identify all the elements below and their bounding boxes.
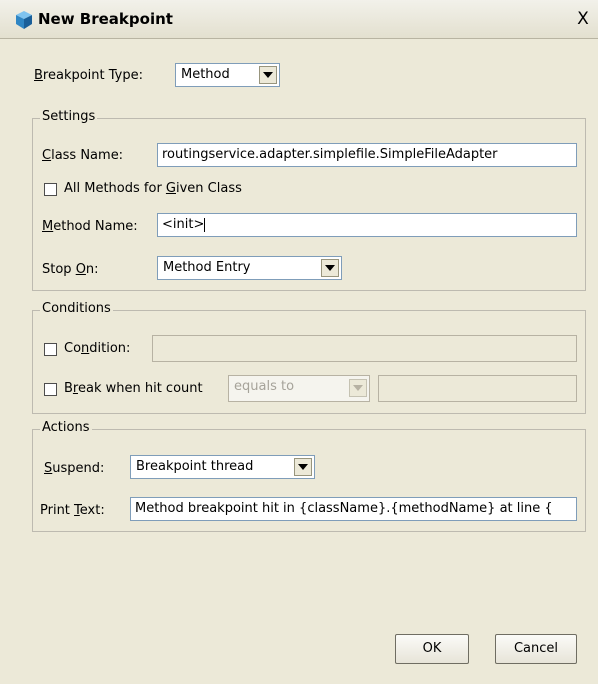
stop-on-value: Method Entry [163,260,251,275]
hit-count-operator-value: equals to [234,379,295,394]
chevron-down-icon[interactable] [349,379,367,397]
dialog-title: New Breakpoint [38,10,173,28]
hit-count-checkbox[interactable] [44,383,57,396]
hit-count-operator-select[interactable]: equals to [228,375,370,402]
chevron-down-icon[interactable] [321,259,339,277]
ok-button[interactable]: OK [395,634,469,664]
suspend-label: Suspend: [44,461,105,476]
breakpoint-type-select[interactable]: Method [175,63,280,87]
print-text-label: Print Text: [40,503,105,518]
breakpoint-cube-icon [14,10,34,30]
method-name-value: <init> [162,217,205,232]
method-name-input[interactable]: <init> [157,213,577,237]
chevron-down-icon[interactable] [259,66,277,84]
hit-count-label: Break when hit count [64,381,203,396]
actions-group-title: Actions [40,420,92,435]
cancel-button[interactable]: Cancel [495,634,577,664]
conditions-group-title: Conditions [40,301,113,316]
class-name-input[interactable]: routingservice.adapter.simplefile.Simple… [157,143,577,167]
breakpoint-type-value: Method [181,67,230,82]
all-methods-checkbox[interactable] [44,183,57,196]
new-breakpoint-dialog: New Breakpoint X Breakpoint Type: Method… [0,0,598,684]
condition-input[interactable] [152,335,577,362]
close-button[interactable]: X [573,9,593,29]
chevron-down-icon[interactable] [294,458,312,476]
breakpoint-type-label: Breakpoint Type: [34,68,143,83]
print-text-input[interactable]: Method breakpoint hit in {className}.{me… [130,497,577,521]
condition-checkbox[interactable] [44,343,57,356]
suspend-select[interactable]: Breakpoint thread [130,455,315,479]
method-name-label: Method Name: [42,219,138,234]
title-bar[interactable]: New Breakpoint X [0,0,598,39]
suspend-value: Breakpoint thread [136,459,254,474]
all-methods-label: All Methods for Given Class [64,181,242,196]
text-cursor [204,217,206,232]
stop-on-label: Stop On: [42,262,99,277]
stop-on-select[interactable]: Method Entry [157,256,342,280]
settings-group-title: Settings [40,109,98,124]
hit-count-input[interactable] [378,375,577,402]
close-icon: X [577,9,589,29]
class-name-label: Class Name: [42,148,124,163]
condition-label: Condition: [64,341,131,356]
